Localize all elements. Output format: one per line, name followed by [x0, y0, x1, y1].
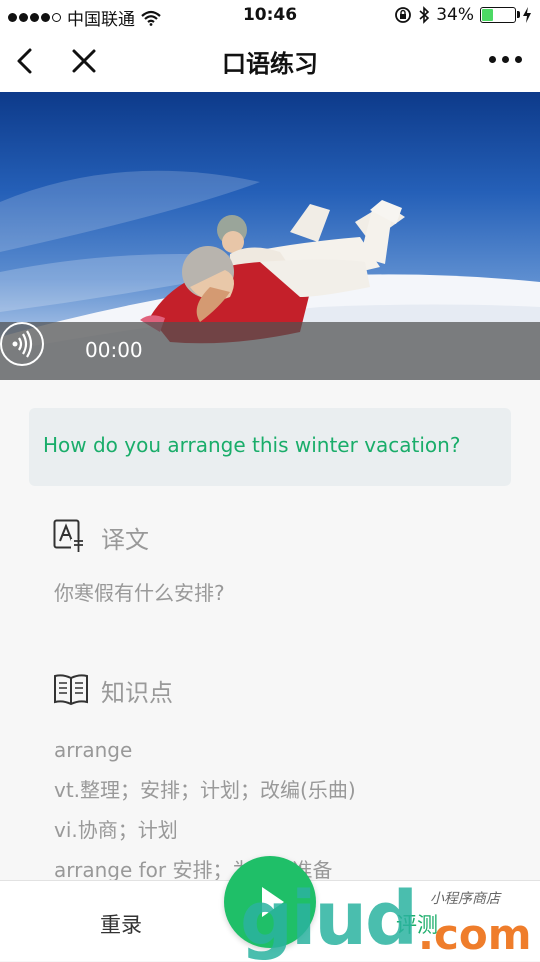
rotation-lock-icon	[395, 7, 412, 23]
nav-bar: 口语练习	[0, 30, 540, 93]
more-dots-icon[interactable]	[489, 56, 522, 63]
page-title: 口语练习	[222, 50, 318, 78]
audio-time: 00:00	[85, 338, 143, 362]
battery-percent: 34%	[436, 5, 474, 25]
rerecord-button[interactable]: 重录	[100, 909, 142, 939]
translation-heading: 译文	[101, 526, 149, 554]
assess-button[interactable]: 评测	[396, 909, 438, 939]
question-text: How do you arrange this winter vacation?	[43, 433, 461, 457]
audio-wave-icon[interactable]	[0, 322, 44, 366]
lesson-image: 00:00	[0, 92, 540, 380]
battery-icon	[480, 7, 520, 23]
status-bar: 中国联通 10:46 34%	[0, 0, 540, 30]
translation-text: 你寒假有什么安排?	[54, 581, 225, 605]
book-icon	[54, 674, 88, 706]
bluetooth-icon	[419, 6, 430, 24]
knowledge-heading: 知识点	[101, 679, 173, 707]
question-card: How do you arrange this winter vacation?	[29, 408, 511, 486]
translate-icon	[53, 519, 85, 552]
play-icon[interactable]	[224, 856, 316, 948]
knowledge-line: vt.整理；安排；计划；改编(乐曲)	[54, 778, 356, 802]
charging-icon	[523, 7, 531, 23]
status-right: 34%	[394, 5, 532, 25]
knowledge-line: arrange	[54, 738, 133, 762]
knowledge-list: arrange vt.整理；安排；计划；改编(乐曲) vi.协商；计划 arra…	[54, 730, 356, 890]
knowledge-line: vi.协商；计划	[54, 818, 178, 842]
audio-player: 00:00	[0, 322, 540, 380]
